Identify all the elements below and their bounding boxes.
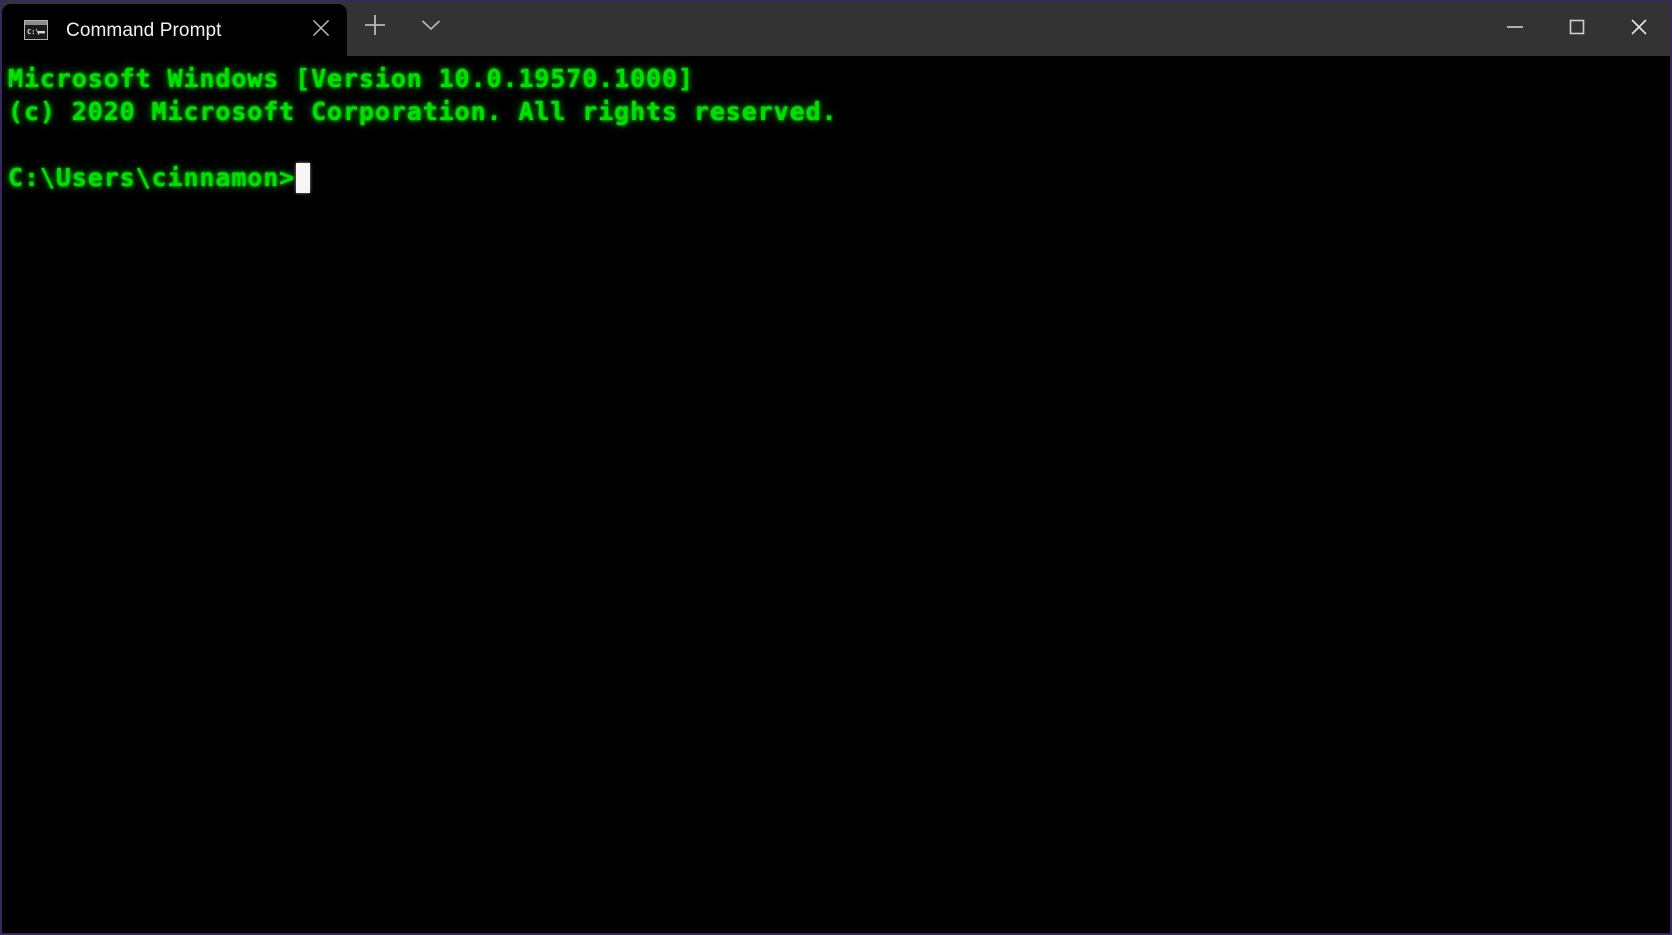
terminal-line: Microsoft Windows [Version 10.0.19570.10… — [8, 64, 694, 93]
tab-command-prompt[interactable]: C:\ Command Prompt — [2, 4, 347, 56]
minimize-icon — [1504, 20, 1526, 38]
maximize-button[interactable] — [1546, 2, 1608, 56]
title-bar: C:\ Command Prompt — [2, 2, 1670, 56]
new-tab-button[interactable] — [351, 4, 399, 52]
console-window-icon: C:\ — [24, 20, 48, 40]
chevron-down-icon — [421, 18, 441, 37]
svg-text:C:\: C:\ — [27, 28, 40, 36]
terminal-line: (c) 2020 Microsoft Corporation. All righ… — [8, 97, 838, 126]
window-drag-region[interactable] — [459, 2, 1484, 56]
tab-dropdown-button[interactable] — [407, 4, 455, 52]
close-icon — [1628, 16, 1650, 43]
close-icon — [312, 19, 330, 42]
plus-icon — [364, 14, 386, 41]
terminal-window: C:\ Command Prompt Microsoft Windows [Ve… — [0, 0, 1672, 935]
terminal-cursor — [296, 162, 311, 193]
terminal-screen[interactable]: Microsoft Windows [Version 10.0.19570.10… — [2, 56, 1670, 933]
close-button[interactable] — [1608, 2, 1670, 56]
tab-actions — [347, 2, 459, 56]
tab-title: Command Prompt — [66, 19, 222, 41]
minimize-button[interactable] — [1484, 2, 1546, 56]
tab-close-button[interactable] — [299, 8, 343, 52]
terminal-screen-buffer: Microsoft Windows [Version 10.0.19570.10… — [8, 62, 1670, 194]
window-caption-buttons — [1484, 2, 1670, 56]
terminal-prompt: C:\Users\cinnamon> — [8, 163, 296, 192]
tab-strip: C:\ Command Prompt — [2, 2, 347, 56]
terminal-prompt-row: C:\Users\cinnamon> — [8, 161, 1670, 194]
maximize-icon — [1567, 17, 1587, 42]
